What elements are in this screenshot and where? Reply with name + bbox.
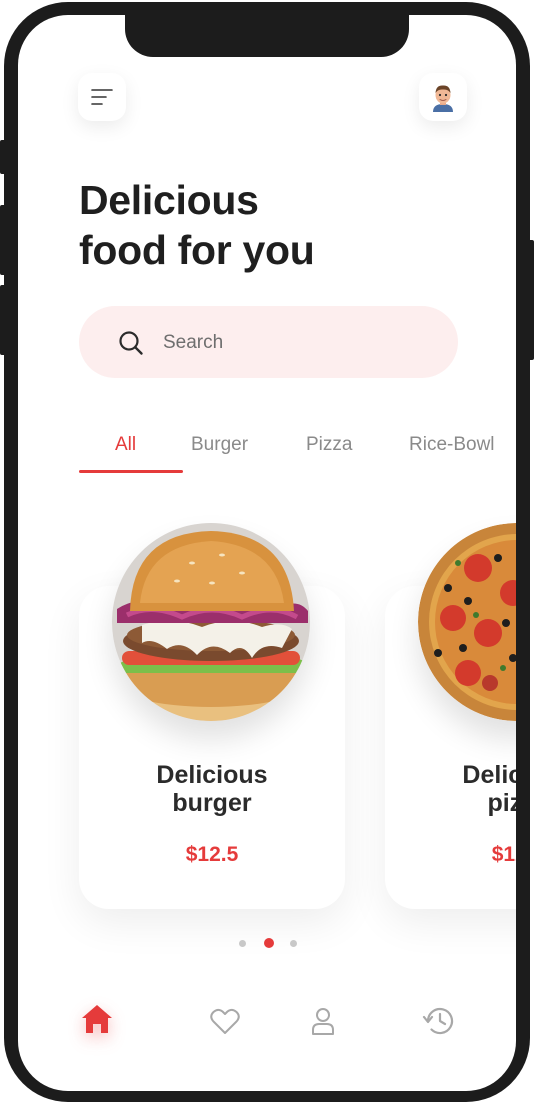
tab-all[interactable]: All (115, 434, 136, 456)
card-price: $12.5 (491, 843, 516, 866)
history-icon (422, 1007, 454, 1035)
phone-mockup: Delicious food for you All Burger Pizza … (0, 0, 534, 1106)
card-price: $12.5 (185, 843, 239, 866)
profile-button[interactable] (419, 73, 467, 121)
phone-notch (125, 15, 409, 57)
home-icon (82, 1005, 112, 1033)
title-line: Delicious (79, 177, 259, 223)
nav-profile[interactable] (303, 1001, 343, 1041)
tab-burger[interactable]: Burger (191, 434, 248, 456)
search-input[interactable] (161, 326, 425, 360)
nav-favorites[interactable] (203, 1001, 247, 1041)
phone-side-button (0, 285, 6, 355)
phone-side-button (0, 205, 6, 275)
search-icon (119, 331, 143, 355)
card-title-line: burger (172, 789, 252, 817)
pagination-dot[interactable] (290, 940, 297, 947)
title-line: food for you (79, 227, 315, 273)
page-title: Delicious food for you (79, 175, 315, 275)
user-icon (312, 1008, 334, 1035)
active-tab-indicator (79, 470, 183, 473)
card-title-line: pizza (487, 789, 516, 817)
pagination-dot-active[interactable] (264, 938, 274, 948)
phone-side-button (528, 240, 534, 360)
nav-history[interactable] (416, 1001, 460, 1041)
card-title: Delicious burger (79, 761, 345, 817)
burger-image (112, 523, 310, 721)
heart-icon (210, 1008, 240, 1034)
menu-icon (91, 89, 113, 105)
avatar-icon (433, 85, 453, 112)
pagination-dot[interactable] (239, 940, 246, 947)
phone-side-button (0, 140, 6, 174)
nav-home[interactable] (70, 997, 124, 1041)
menu-button[interactable] (78, 73, 126, 121)
search-bar[interactable] (79, 306, 458, 378)
card-title: Delicious pizza (385, 761, 516, 817)
card-title-line: Delicious (462, 761, 516, 789)
tab-rice-bowl[interactable]: Rice-Bowl (409, 434, 495, 456)
app-screen: Delicious food for you All Burger Pizza … (18, 15, 516, 1091)
card-title-line: Delicious (156, 761, 268, 789)
tab-pizza[interactable]: Pizza (306, 434, 352, 456)
